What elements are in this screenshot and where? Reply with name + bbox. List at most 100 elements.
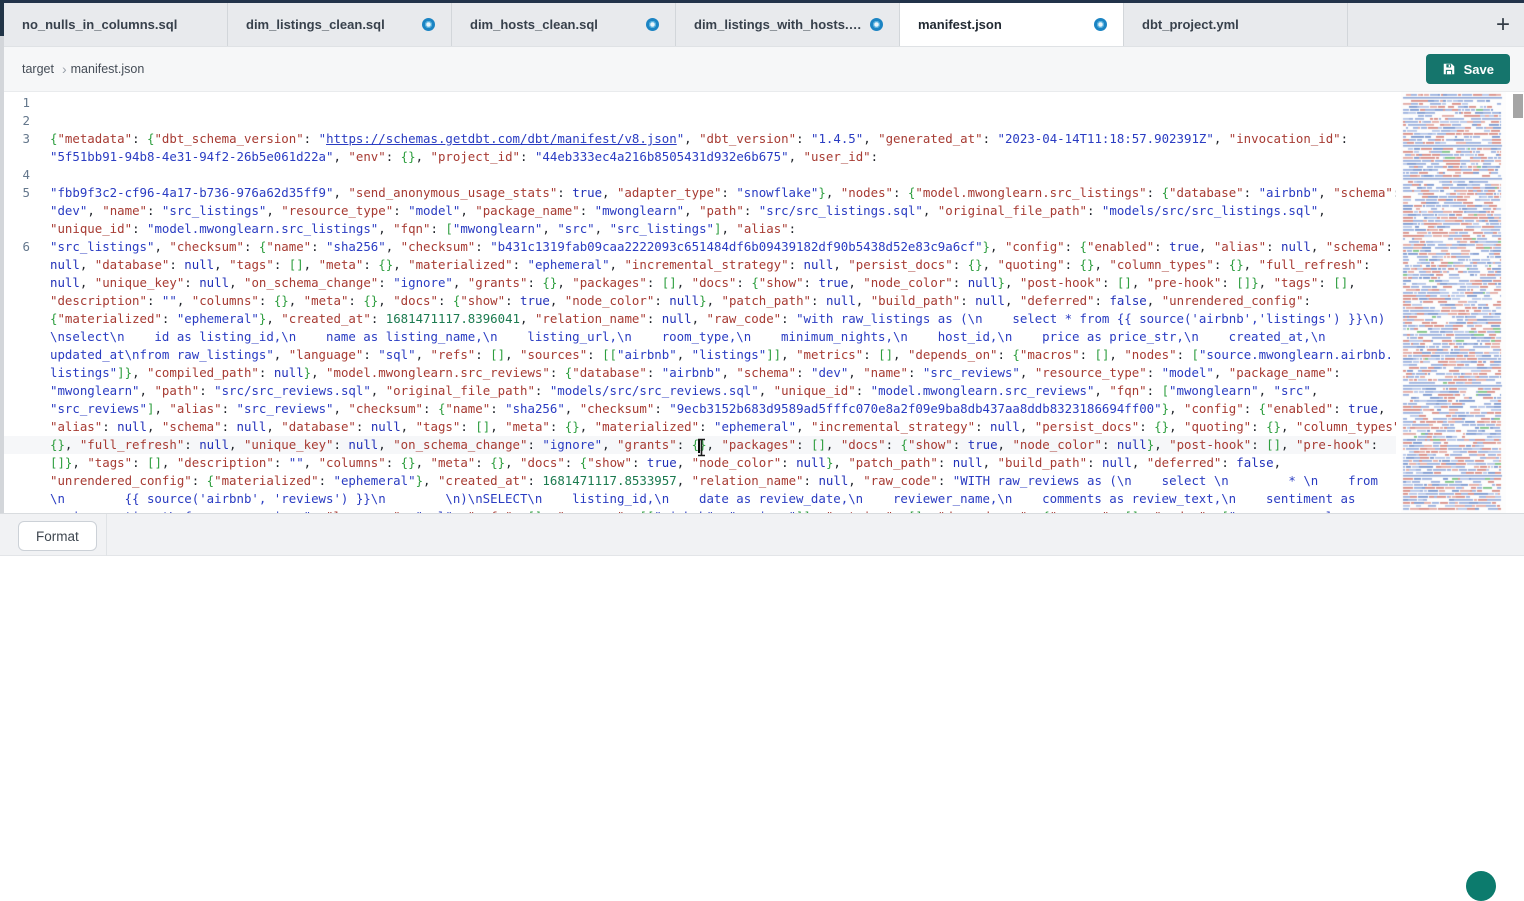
format-button[interactable]: Format [18,521,97,551]
line-number [0,148,42,166]
code-row[interactable]: {"materialized": "ephemeral"}, "created_… [0,310,1396,328]
tab-label: no_nulls_in_columns.sql [22,17,211,32]
tab-label: dim_hosts_clean.sql [470,17,638,32]
line-number: 5 [0,184,42,202]
mouse-ibeam-cursor [696,438,707,457]
code-row[interactable]: \n {{ source('airbnb', 'reviews') }}\n \… [0,490,1396,508]
code-row[interactable]: updated_at\nfrom raw_listings", "languag… [0,346,1396,364]
code-text: \n {{ source('airbnb', 'reviews') }}\n \… [42,490,1396,508]
tab-no_nulls_in_columns.sql[interactable]: no_nulls_in_columns.sql [4,3,228,46]
code-editor[interactable]: 123{"metadata": {"dbt_schema_version": "… [0,92,1524,513]
line-number: 2 [0,112,42,130]
code-row[interactable]: "unique_id": "model.mwonglearn.src_listi… [0,220,1396,238]
line-number [0,346,42,364]
code-row[interactable]: 2 [0,112,1396,130]
toolbar-divider [106,514,107,556]
line-number [0,364,42,382]
code-text: "fbb9f3c2-cf96-4a17-b736-976a62d35ff9", … [42,184,1396,202]
bottom-toolbar: Format [0,513,1524,556]
line-number [0,292,42,310]
code-text: "dev", "name": "src_listings", "resource… [42,202,1396,220]
save-button[interactable]: Save [1426,54,1510,84]
line-number [0,418,42,436]
unsaved-changes-dot-icon[interactable] [646,18,659,31]
code-text: []}, "tags": [], "description": "", "col… [42,454,1396,472]
tab-dim_hosts_clean.sql[interactable]: dim_hosts_clean.sql [452,3,676,46]
code-row[interactable]: 3{"metadata": {"dbt_schema_version": "ht… [0,130,1396,148]
code-text [42,94,1396,112]
code-text: "unique_id": "model.mwonglearn.src_listi… [42,220,1396,238]
code-text [42,166,1396,184]
line-number [0,436,42,454]
unsaved-changes-dot-icon[interactable] [422,18,435,31]
line-number [0,256,42,274]
code-row[interactable]: "dev", "name": "src_listings", "resource… [0,202,1396,220]
save-button-label: Save [1464,62,1494,77]
tab-dbt_project.yml[interactable]: dbt_project.yml [1124,3,1348,46]
code-text: "description": "", "columns": {}, "meta"… [42,292,1396,310]
code-row[interactable]: "alias": null, "schema": null, "database… [0,418,1396,436]
tab-dim_listings_with_hosts.sql[interactable]: dim_listings_with_hosts.sql [676,3,900,46]
code-row[interactable]: 5"fbb9f3c2-cf96-4a17-b736-976a62d35ff9",… [0,184,1396,202]
code-row[interactable]: listings"]}, "compiled_path": null}, "mo… [0,364,1396,382]
breadcrumb-bar: target › manifest.json Save [0,47,1524,92]
code-text: listings"]}, "compiled_path": null}, "mo… [42,364,1396,382]
code-text: "alias": null, "schema": null, "database… [42,418,1396,436]
line-number [0,328,42,346]
code-text: {"materialized": "ephemeral"}, "created_… [42,310,1396,328]
code-row[interactable]: 4 [0,166,1396,184]
line-number [0,274,42,292]
line-number: 6 [0,238,42,256]
code-row[interactable]: "description": "", "columns": {}, "meta"… [0,292,1396,310]
code-text: "mwonglearn", "path": "src/src_reviews.s… [42,382,1396,400]
line-number [0,400,42,418]
code-text: {}, "full_refresh": null, "unique_key": … [42,436,1396,454]
code-text: {"metadata": {"dbt_schema_version": "htt… [42,130,1396,148]
unsaved-changes-dot-icon[interactable] [870,18,883,31]
results-panel-empty [0,556,1524,875]
tab-manifest.json[interactable]: manifest.json [900,3,1124,46]
unsaved-changes-dot-icon[interactable] [1094,18,1107,31]
code-row[interactable]: 6"src_listings", "checksum": {"name": "s… [0,238,1396,256]
editor-scrollbar-thumb[interactable] [1513,94,1523,118]
code-row[interactable]: null, "database": null, "tags": [], "met… [0,256,1396,274]
tab-label: manifest.json [918,17,1086,32]
line-number [0,220,42,238]
line-number [0,202,42,220]
line-number [0,472,42,490]
code-text: "unrendered_config": {"materialized": "e… [42,472,1396,490]
code-row[interactable]: "mwonglearn", "path": "src/src_reviews.s… [0,382,1396,400]
code-text: null, "database": null, "tags": [], "met… [42,256,1396,274]
tab-label: dim_listings_with_hosts.sql [694,17,862,32]
line-number [0,490,42,508]
tab-dim_listings_clean.sql[interactable]: dim_listings_clean.sql [228,3,452,46]
minimap[interactable] [1401,92,1506,513]
code-row[interactable]: \nselect\n id as listing_id,\n name as l… [0,328,1396,346]
code-row[interactable]: "src_reviews"], "alias": "src_reviews", … [0,400,1396,418]
line-number: 4 [0,166,42,184]
editor-scrollbar[interactable] [1512,92,1524,513]
tab-label: dbt_project.yml [1142,17,1331,32]
code-row[interactable]: null, "unique_key": null, "on_schema_cha… [0,274,1396,292]
line-number [0,382,42,400]
breadcrumb-file: manifest.json [71,62,145,76]
help-fab-button[interactable] [1466,871,1496,901]
code-row[interactable]: "5f51bb91-94b8-4e31-94f2-26b5e061d22a", … [0,148,1396,166]
save-floppy-icon [1442,62,1456,76]
tab-bar-filler [1348,3,1482,46]
code-text: "src_listings", "checksum": {"name": "sh… [42,238,1396,256]
tab-bar: no_nulls_in_columns.sql dim_listings_clea… [0,3,1524,47]
line-number: 3 [0,130,42,148]
new-tab-button[interactable]: + [1482,13,1524,37]
breadcrumb-folder: target [22,62,54,76]
code-text: null, "unique_key": null, "on_schema_cha… [42,274,1396,292]
line-number [0,310,42,328]
code-text: "src_reviews"], "alias": "src_reviews", … [42,400,1396,418]
code-text [42,112,1396,130]
code-text: "5f51bb91-94b8-4e31-94f2-26b5e061d22a", … [42,148,1396,166]
left-panel-edge-dark [0,0,4,36]
code-text: updated_at\nfrom raw_listings", "languag… [42,346,1396,364]
code-row[interactable]: 1 [0,94,1396,112]
code-row[interactable]: "unrendered_config": {"materialized": "e… [0,472,1396,490]
tabs-container: no_nulls_in_columns.sql dim_listings_clea… [4,3,1348,46]
